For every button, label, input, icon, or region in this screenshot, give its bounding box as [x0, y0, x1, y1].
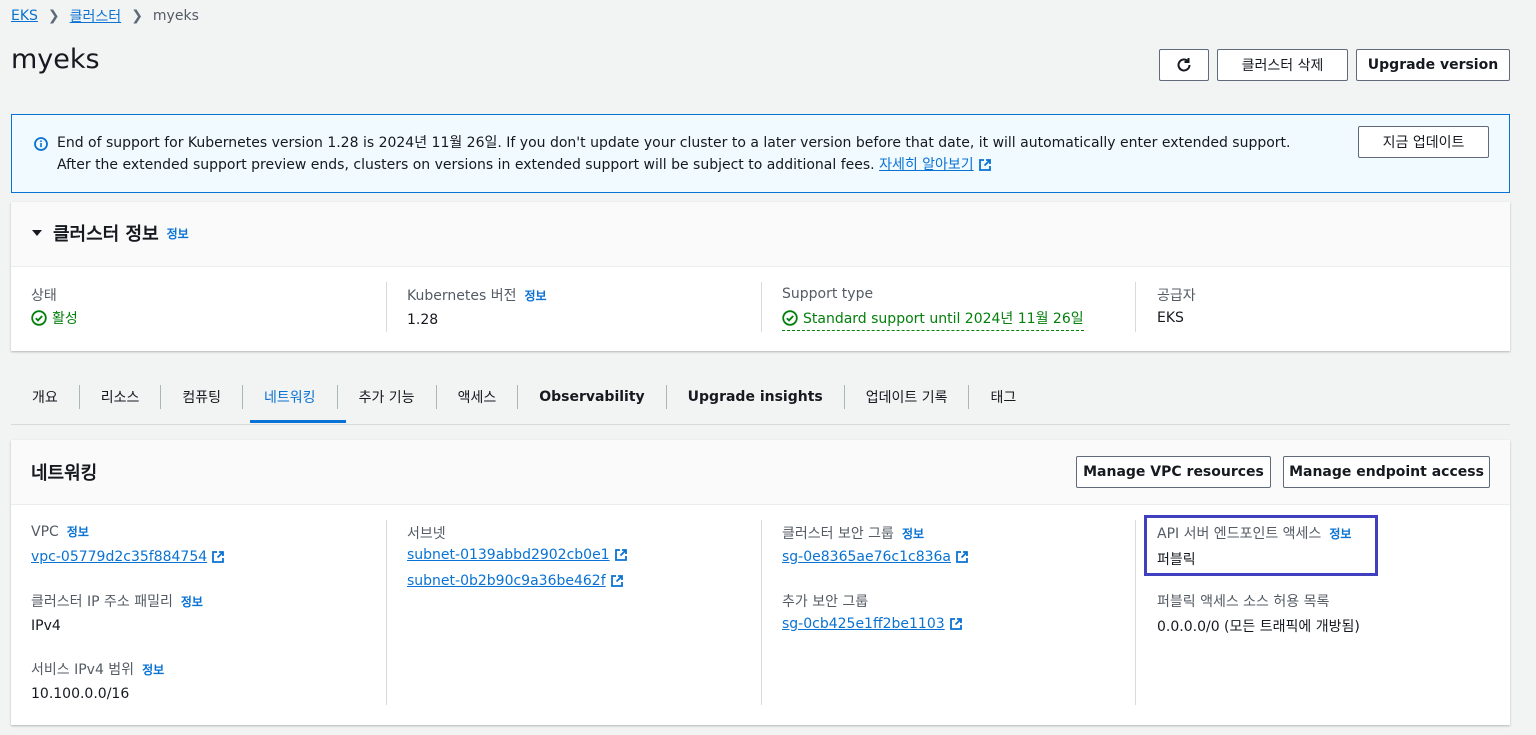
subnet-1-link[interactable]: subnet-0139abbd2902cb0e1	[407, 547, 610, 563]
external-link-icon	[956, 551, 968, 563]
tab-networking[interactable]: 네트워킹	[242, 385, 337, 409]
vpc-link[interactable]: vpc-05779d2c35f884754	[31, 549, 207, 565]
tab-observability[interactable]: Observability	[517, 385, 665, 409]
cluster-info-title: 클러스터 정보	[53, 224, 159, 245]
ip-family-value: IPv4	[31, 618, 61, 634]
cluster-info-toggle[interactable]: 클러스터 정보 정보	[31, 220, 189, 246]
delete-cluster-button[interactable]: 클러스터 삭제	[1217, 49, 1348, 81]
tab-upgrade-insights[interactable]: Upgrade insights	[665, 385, 844, 409]
column-divider	[386, 282, 387, 332]
status-value: 활성	[31, 308, 78, 328]
vpc-label-text: VPC	[31, 523, 59, 540]
status-text: 활성	[52, 311, 78, 327]
breadcrumb-clusters[interactable]: 클러스터	[70, 6, 122, 26]
refresh-icon	[1177, 58, 1191, 72]
cluster-sg-label: 클러스터 보안 그룹 정보	[782, 523, 924, 543]
k8s-version-label: Kubernetes 버전 정보	[407, 285, 547, 305]
cluster-sg-label-text: 클러스터 보안 그룹	[782, 526, 894, 542]
tab-compute[interactable]: 컴퓨팅	[160, 385, 242, 409]
networking-title: 네트워킹	[31, 463, 98, 484]
k8s-version-info-link[interactable]: 정보	[524, 287, 546, 304]
external-link-icon	[949, 618, 962, 630]
column-divider	[386, 520, 387, 705]
k8s-version-label-text: Kubernetes 버전	[407, 288, 517, 304]
page-title: myeks	[11, 44, 100, 75]
column-divider	[1135, 520, 1136, 705]
svc-range-label-text: 서비스 IPv4 범위	[31, 662, 135, 678]
external-link-icon	[212, 551, 225, 563]
allowlist-value: 0.0.0.0/0 (모든 트래픽에 개방됨)	[1157, 619, 1360, 635]
tab-overview[interactable]: 개요	[11, 385, 79, 409]
add-sg-value: sg-0cb425e1ff2be1103	[782, 616, 963, 632]
manage-vpc-button[interactable]: Manage VPC resources	[1076, 456, 1271, 488]
ip-family-label: 클러스터 IP 주소 패밀리 정보	[31, 591, 203, 611]
column-divider	[761, 520, 762, 705]
subnet-1: subnet-0139abbd2902cb0e1	[407, 547, 628, 563]
chevron-right-icon: ❯	[47, 8, 60, 24]
support-type-text: Standard support until 2024년 11월 26일	[803, 311, 1084, 327]
subnets-label: 서브넷	[407, 526, 446, 542]
active-tab-indicator	[250, 420, 346, 423]
allowlist-label: 퍼블릭 액세스 소스 허용 목록	[1157, 594, 1330, 610]
cluster-info-card: 클러스터 정보 정보 상태 활성 Kubernetes 버전 정보 1.28 S…	[11, 202, 1510, 351]
tab-resources[interactable]: 리소스	[78, 385, 161, 409]
networking-card: 네트워킹 Manage VPC resources Manage endpoin…	[11, 440, 1510, 725]
provider-label: 공급자	[1157, 288, 1196, 304]
ip-family-info-link[interactable]: 정보	[181, 593, 203, 610]
external-link-icon	[610, 575, 623, 587]
cluster-info-header: 클러스터 정보 정보	[11, 202, 1510, 267]
support-type-label: Support type	[782, 286, 874, 302]
svc-range-value: 10.100.0.0/16	[31, 686, 130, 702]
breadcrumb-current: myeks	[152, 8, 199, 24]
manage-endpoint-button[interactable]: Manage endpoint access	[1283, 456, 1490, 488]
svc-range-label: 서비스 IPv4 범위 정보	[31, 659, 164, 679]
support-type-value[interactable]: Standard support until 2024년 11월 26일	[782, 308, 1084, 331]
column-divider	[761, 282, 762, 332]
add-sg-link[interactable]: sg-0cb425e1ff2be1103	[782, 616, 945, 632]
status-label: 상태	[31, 288, 57, 304]
ip-family-label-text: 클러스터 IP 주소 패밀리	[31, 594, 173, 610]
success-check-icon	[782, 310, 798, 326]
tab-access[interactable]: 액세스	[435, 385, 518, 409]
update-now-button[interactable]: 지금 업데이트	[1358, 126, 1489, 158]
support-banner: End of support for Kubernetes version 1.…	[11, 114, 1510, 193]
tab-addons[interactable]: 추가 기능	[336, 385, 436, 409]
vpc-label: VPC 정보	[31, 523, 89, 540]
detail-tabs: 개요 리소스 컴퓨팅 네트워킹 추가 기능 액세스 Observability …	[11, 370, 1510, 425]
info-icon	[34, 137, 48, 151]
cluster-sg-value: sg-0e8365ae76c1c836a	[782, 549, 969, 565]
caret-down-icon	[32, 230, 42, 236]
vpc-value: vpc-05779d2c35f884754	[31, 549, 225, 565]
annotation-highlight-box	[1144, 515, 1378, 576]
breadcrumb-eks[interactable]: EKS	[11, 8, 38, 24]
success-check-icon	[31, 310, 47, 326]
subnet-2: subnet-0b2b90c9a36be462f	[407, 573, 624, 589]
tab-tags[interactable]: 태그	[968, 385, 1037, 409]
vpc-info-link[interactable]: 정보	[67, 523, 89, 540]
column-divider	[1135, 282, 1136, 332]
external-link-icon	[614, 549, 627, 561]
banner-message: End of support for Kubernetes version 1.…	[57, 132, 1327, 176]
subnet-2-link[interactable]: subnet-0b2b90c9a36be462f	[407, 573, 606, 589]
cluster-info-info-link[interactable]: 정보	[167, 225, 189, 242]
provider-value: EKS	[1157, 310, 1184, 326]
learn-more-link[interactable]: 자세히 알아보기	[879, 157, 974, 173]
upgrade-version-button[interactable]: Upgrade version	[1356, 49, 1510, 81]
tab-update-history[interactable]: 업데이트 기록	[843, 385, 969, 409]
svc-range-info-link[interactable]: 정보	[142, 661, 164, 678]
cluster-sg-info-link[interactable]: 정보	[902, 525, 924, 542]
chevron-right-icon: ❯	[131, 8, 143, 24]
k8s-version-value: 1.28	[407, 312, 439, 328]
add-sg-label: 추가 보안 그룹	[782, 594, 869, 610]
cluster-sg-link[interactable]: sg-0e8365ae76c1c836a	[782, 549, 951, 565]
banner-text: End of support for Kubernetes version 1.…	[57, 135, 1291, 173]
external-link-icon	[978, 159, 991, 171]
refresh-button[interactable]	[1159, 49, 1209, 81]
breadcrumb: EKS ❯ 클러스터 ❯ myeks	[11, 6, 199, 26]
